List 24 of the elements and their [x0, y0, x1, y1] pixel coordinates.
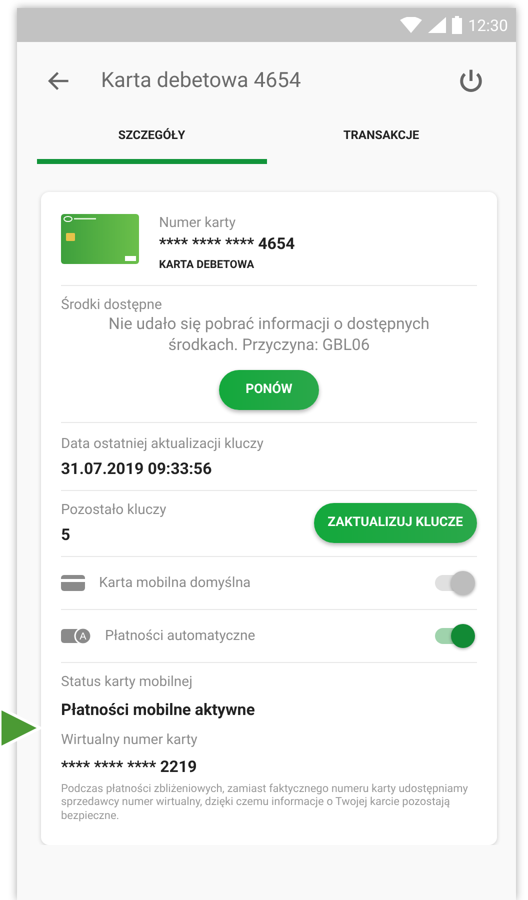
tab[interactable]: TRANSAKCJE: [266, 120, 496, 164]
key-update-date-label: Data ostatniej aktualizacji kluczy: [61, 434, 265, 454]
mobile-status-label: Status karty mobilnej: [61, 673, 194, 692]
signal-icon: [428, 17, 446, 33]
wifi-icon: [400, 17, 422, 33]
mobile-status: Płatności mobilne aktywne: [61, 700, 256, 719]
remaining-keys-label: Pozostało kluczy: [61, 501, 168, 520]
remaining-keys-count: 5: [61, 525, 72, 544]
tab[interactable]: SZCZEGÓŁY: [37, 120, 266, 164]
card-number-label: Numer karty: [159, 214, 237, 232]
setting-label: Płatności automatyczne: [105, 628, 256, 644]
clock-time: 12:30: [468, 16, 508, 34]
card-number: **** **** **** 4654: [159, 234, 296, 254]
key-update-date: 31.07.2019 09:33:56: [61, 459, 213, 478]
virtual-number-label: Wirtualny numer karty: [61, 730, 198, 749]
card-type: KARTA DEBETOWA: [159, 258, 256, 272]
virtual-card-number: **** **** **** 2219: [61, 756, 198, 776]
funds-error-message: Nie udało się pobrać informacji o dostępnych środkach. Przyczyna: GBL06: [108, 314, 430, 356]
setting-label: Karta mobilna domyślna: [99, 575, 252, 592]
battery-icon: [452, 16, 462, 34]
virtual-number-note: Podczas płatności zbliżeniowych, zamiast faktycznego numeru karty udostępniamy sprzedawcy numer wirtualny, dzięki czemu informacje o Twojej karcie pozostają bezpieczne.: [61, 782, 469, 823]
screen-title: Karta debetowa 4654: [101, 69, 302, 93]
funds-label: Środki dostępne: [61, 296, 163, 314]
card-icon: [61, 575, 85, 592]
